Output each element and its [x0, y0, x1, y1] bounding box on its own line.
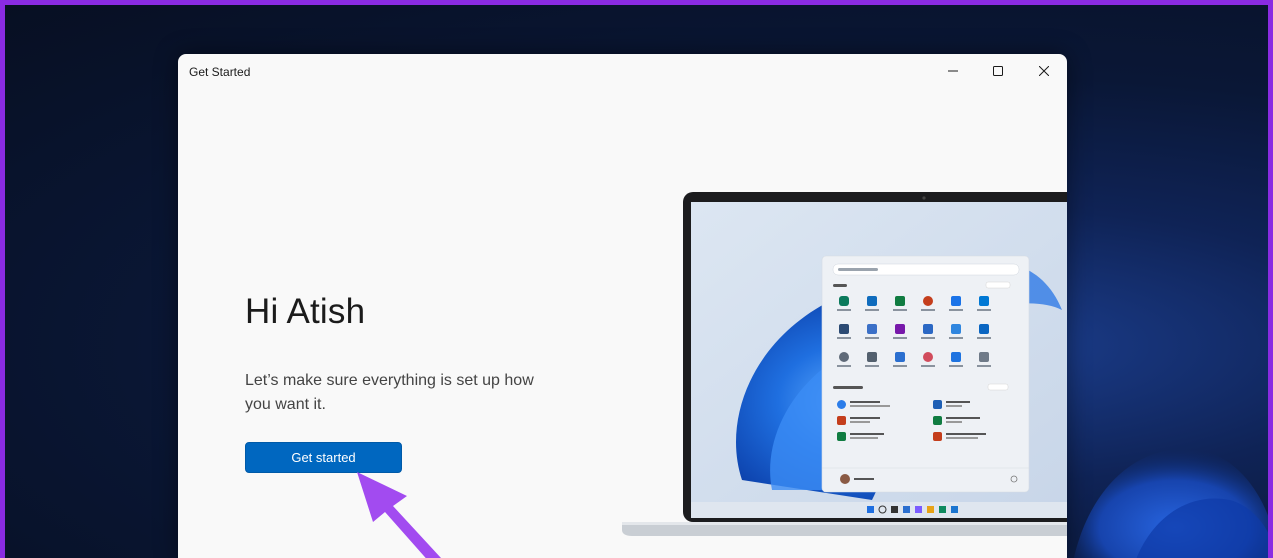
get-started-window: Get Started Hi Atish Let’s make sure eve… [178, 54, 1067, 558]
close-icon [1039, 66, 1049, 76]
setup-subtitle: Let’s make sure everything is set up how… [245, 372, 534, 413]
laptop-illustration [622, 192, 1067, 536]
minimize-button[interactable] [930, 54, 976, 88]
window-title: Get Started [189, 65, 251, 79]
maximize-icon [993, 66, 1003, 76]
title-bar: Get Started [178, 54, 1067, 88]
close-button[interactable] [1021, 54, 1067, 88]
maximize-button[interactable] [975, 54, 1021, 88]
minimize-icon [948, 70, 958, 72]
greeting-heading: Hi Atish [245, 292, 366, 331]
annotation-arrow [357, 472, 441, 558]
